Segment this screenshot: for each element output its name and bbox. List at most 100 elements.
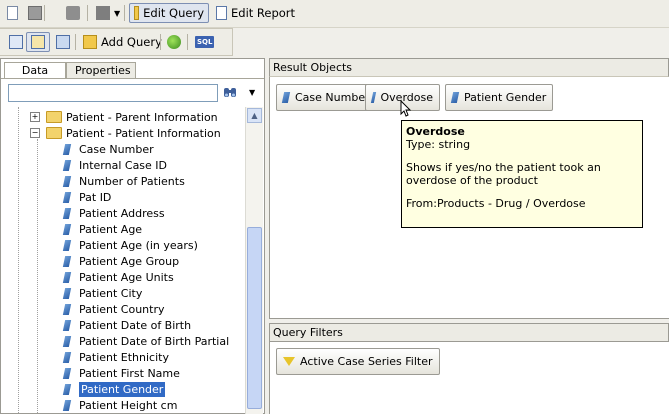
tree-guide-line (18, 107, 20, 414)
edit-query-label: Edit Query (143, 6, 204, 20)
toolbar-divider (75, 34, 76, 50)
dimension-icon (370, 92, 376, 103)
tree-item-selected[interactable]: Patient Gender (62, 381, 166, 397)
dimension-icon (62, 367, 72, 379)
tree-item[interactable]: Patient City (62, 285, 142, 301)
tree-item[interactable]: Patient First Name (62, 365, 180, 381)
toolbar-divider (87, 5, 88, 21)
tree-item-label: Number of Patients (79, 174, 185, 188)
tree-item-label: Patient First Name (79, 366, 180, 380)
tree-item-label: Patient Date of Birth (79, 318, 192, 332)
tooltip-source: From:Products - Drug / Overdose (406, 197, 586, 210)
add-query-label: Add Query (101, 35, 162, 49)
tree-item-label: Patient Country (79, 302, 165, 316)
result-chip-patient-gender[interactable]: Patient Gender (445, 84, 554, 111)
tooltip-type: Type: string (406, 138, 471, 151)
properties-button[interactable] (52, 32, 74, 52)
tree-guide-line (37, 139, 39, 414)
tree-item-label: Patient Ethnicity (79, 350, 169, 364)
binoculars-icon[interactable] (223, 85, 237, 99)
tree-item[interactable]: Number of Patients (62, 173, 185, 189)
data-manager-button[interactable] (26, 32, 50, 52)
tooltip: Overdose Type: string Shows if yes/no th… (401, 120, 643, 228)
chip-label: Case Number (295, 91, 370, 104)
dimension-icon (62, 335, 72, 347)
scroll-up-icon[interactable]: ▲ (247, 108, 262, 123)
tree-item[interactable]: Patient Date of Birth (62, 317, 192, 333)
view-menu-button[interactable]: ▼ (92, 3, 124, 23)
tree-item[interactable]: Patient Age (in years) (62, 237, 198, 253)
query-filters-panel[interactable]: Active Case Series Filter (269, 342, 669, 414)
dimension-icon (62, 175, 72, 187)
tree-item-label: Patient Age (in years) (79, 238, 198, 252)
tree-item[interactable]: Patient Date of Birth Partial (62, 333, 229, 349)
filter-chip-active-case-series[interactable]: Active Case Series Filter (276, 348, 440, 375)
search-options-chevron-down-icon[interactable]: ▼ (249, 88, 255, 97)
tree-item-label: Patient Gender (79, 381, 166, 397)
new-document-button[interactable] (3, 3, 22, 23)
tree-item[interactable]: Patient Address (62, 205, 165, 221)
edit-query-button[interactable]: Edit Query (129, 3, 209, 23)
dimension-icon (62, 383, 72, 395)
print-button[interactable] (62, 3, 84, 23)
collapse-icon[interactable]: − (30, 128, 40, 138)
data-tree: + Patient - Parent Information − Patient… (6, 107, 246, 414)
dimension-icon (62, 223, 72, 235)
query-filters-header: Query Filters (269, 323, 669, 342)
tree-item[interactable]: Patient Age Group (62, 253, 179, 269)
dimension-icon (62, 303, 72, 315)
tree-folder-label: Patient - Patient Information (66, 126, 221, 140)
sql-button[interactable]: SQL (191, 32, 218, 52)
layout-button[interactable] (5, 32, 27, 52)
tree-item[interactable]: Pat ID (62, 189, 111, 205)
view-icon (96, 6, 110, 20)
tree-item-label: Patient Address (79, 206, 165, 220)
chip-label: Active Case Series Filter (300, 355, 433, 368)
tooltip-description: Shows if yes/no the patient took an over… (406, 161, 601, 187)
data-manager-icon (31, 35, 45, 49)
tree-item[interactable]: Patient Age (62, 221, 143, 237)
main-toolbar: ▼ Edit Query Edit Report (0, 0, 669, 28)
dimension-icon (281, 92, 291, 103)
tree-item-label: Patient Age Units (79, 270, 174, 284)
search-input[interactable] (8, 84, 218, 102)
tree-item[interactable]: Case Number (62, 141, 154, 157)
tree-item-label: Patient Age (79, 222, 143, 236)
tree-scrollbar[interactable]: ▲ (245, 107, 263, 414)
edit-report-icon (216, 6, 227, 20)
toolbar-divider (187, 34, 188, 50)
dimension-icon (62, 191, 72, 203)
save-button[interactable] (24, 3, 46, 23)
expand-icon[interactable]: + (30, 112, 40, 122)
sql-icon: SQL (195, 36, 215, 48)
dimension-icon (62, 143, 72, 155)
tree-item-label: Case Number (79, 142, 154, 156)
tab-data[interactable]: Data (4, 62, 66, 79)
tab-properties[interactable]: Properties (66, 62, 136, 79)
edit-report-button[interactable]: Edit Report (212, 3, 299, 23)
tree-item[interactable]: Patient Height cm (62, 397, 177, 413)
chip-label: Patient Gender (464, 91, 547, 104)
tree-item[interactable]: Patient Country (62, 301, 165, 317)
panel-layout-icon (9, 35, 23, 49)
chevron-down-icon: ▼ (114, 8, 121, 18)
dimension-icon (62, 207, 72, 219)
tree-item-label: Internal Case ID (79, 158, 168, 172)
edit-report-label: Edit Report (231, 6, 296, 20)
tree-folder-row[interactable]: + Patient - Parent Information (30, 109, 218, 125)
result-chip-case-number[interactable]: Case Number (276, 84, 377, 111)
new-document-icon (7, 6, 18, 20)
result-objects-header: Result Objects (269, 58, 669, 77)
scrollbar-thumb[interactable] (247, 227, 262, 409)
add-query-button[interactable]: Add Query (79, 32, 166, 52)
add-query-icon (83, 35, 97, 49)
edit-query-icon (134, 6, 140, 20)
dimension-icon (62, 319, 72, 331)
tree-item[interactable]: Patient Age Units (62, 269, 174, 285)
grid-icon (56, 35, 70, 49)
tree-folder-row[interactable]: − Patient - Patient Information (30, 125, 221, 141)
tree-item[interactable]: Patient Ethnicity (62, 349, 169, 365)
dimension-icon (62, 255, 72, 267)
tree-item[interactable]: Internal Case ID (62, 157, 168, 173)
run-query-button[interactable] (163, 32, 185, 52)
